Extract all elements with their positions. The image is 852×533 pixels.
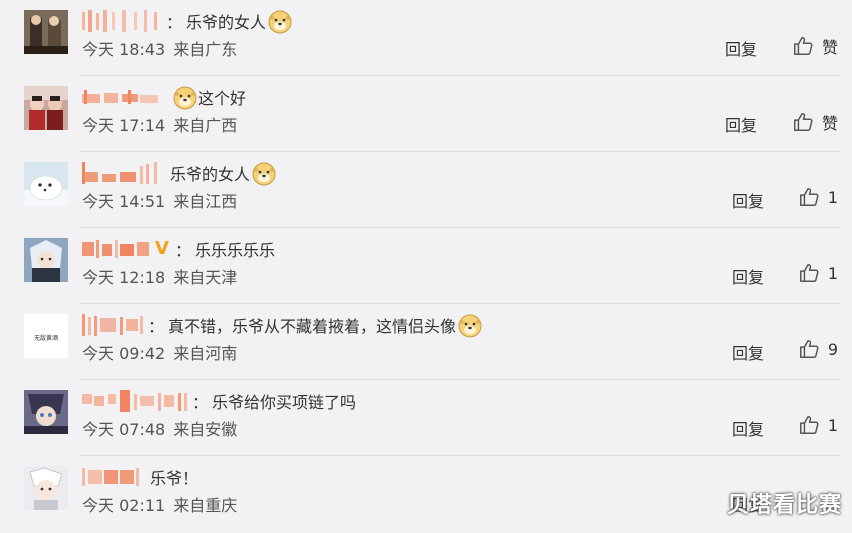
- location: 来自江西: [173, 192, 238, 211]
- comment-meta: 今天 07:48 来自安徽: [82, 416, 245, 440]
- avatar[interactable]: [24, 10, 68, 54]
- location: 来自天津: [173, 268, 238, 287]
- username-redacted[interactable]: [82, 86, 160, 108]
- comment-text: 乐爷给你买项链了吗: [212, 393, 357, 412]
- like-count: 赞: [821, 38, 838, 57]
- comment-text: 乐爷！: [150, 469, 199, 488]
- avatar[interactable]: 无敌黄酒: [24, 314, 68, 358]
- thumbs-up-icon: [799, 188, 819, 206]
- location: 来自安徽: [173, 420, 238, 439]
- location: 来自重庆: [173, 496, 238, 515]
- like-button[interactable]: 9: [798, 338, 838, 360]
- comment-item: ： 乐爷的女人 今天 18:43 来自广东 回复 赞: [0, 0, 852, 76]
- timestamp: 今天 09:42: [82, 344, 166, 363]
- reply-button[interactable]: 回复: [725, 36, 757, 60]
- username-redacted[interactable]: [82, 10, 162, 32]
- avatar[interactable]: [24, 390, 68, 434]
- comment-item: V ： 乐乐乐乐乐 今天 12:18 来自天津 回复 1: [0, 228, 852, 304]
- reply-button[interactable]: 回复: [732, 340, 764, 364]
- like-count: 1: [827, 263, 838, 283]
- comment-meta: 今天 17:14 来自广西: [82, 112, 245, 136]
- username-redacted[interactable]: [82, 162, 160, 184]
- reply-button[interactable]: 回复: [732, 188, 764, 212]
- avatar[interactable]: [24, 238, 68, 282]
- doge-emoji-icon: [457, 312, 483, 338]
- comment-item: 乐爷的女人 今天 14:51 来自江西 回复 1: [0, 152, 852, 228]
- avatar[interactable]: [24, 466, 68, 510]
- timestamp: 今天 17:14: [82, 116, 166, 135]
- like-button[interactable]: 1: [798, 186, 838, 208]
- comment-item: 这个好 今天 17:14 来自广西 回复 赞: [0, 76, 852, 152]
- comment-text: 真不错，乐爷从不藏着掖着，这情侣头像: [168, 317, 457, 336]
- like-count: 9: [827, 339, 838, 359]
- like-count: 1: [827, 187, 838, 207]
- location: 来自广西: [173, 116, 238, 135]
- thumbs-up-icon: [794, 37, 813, 55]
- comment-item: 乐爷！ 今天 02:11 来自重庆 回复: [0, 456, 852, 532]
- watermark: 贝塔看比赛: [726, 493, 842, 518]
- thumbs-up-icon: [799, 340, 819, 358]
- comment-meta: 今天 18:43 来自广东: [82, 36, 245, 60]
- username-redacted[interactable]: [82, 314, 144, 336]
- verified-v-icon: V: [155, 238, 169, 259]
- comment-text: 乐乐乐乐乐: [194, 241, 275, 260]
- like-button[interactable]: 赞: [792, 110, 838, 134]
- reply-button[interactable]: 回复: [725, 112, 757, 136]
- like-button[interactable]: 1: [798, 262, 838, 284]
- location: 来自广东: [173, 40, 238, 59]
- timestamp: 今天 14:51: [82, 192, 166, 211]
- comment-meta: 今天 14:51 来自江西: [82, 188, 245, 212]
- comment-text: 乐爷的女人: [170, 165, 251, 184]
- comment-meta: 今天 12:18 来自天津: [82, 264, 245, 288]
- doge-emoji-icon: [172, 84, 198, 110]
- colon: ：: [148, 317, 165, 336]
- reply-button[interactable]: 回复: [732, 416, 764, 440]
- comment-text: 这个好: [198, 89, 247, 108]
- thumbs-up-icon: [799, 264, 819, 282]
- reply-button[interactable]: 回复: [732, 264, 764, 288]
- colon: ：: [192, 393, 209, 412]
- like-button[interactable]: 赞: [792, 34, 838, 58]
- timestamp: 今天 12:18: [82, 268, 166, 287]
- location: 来自河南: [173, 344, 238, 363]
- avatar[interactable]: [24, 86, 68, 130]
- avatar[interactable]: [24, 162, 68, 206]
- comment-list: ： 乐爷的女人 今天 18:43 来自广东 回复 赞 这个好 今天 17:14 来自…: [0, 0, 852, 533]
- thumbs-up-icon: [794, 113, 813, 131]
- avatar-text: 无敌黄酒: [34, 334, 58, 342]
- comment-meta: 今天 02:11 来自重庆: [82, 492, 245, 516]
- comment-meta: 今天 09:42 来自河南: [82, 340, 245, 364]
- like-button[interactable]: 1: [798, 414, 838, 436]
- username-redacted[interactable]: [82, 390, 188, 412]
- username-redacted[interactable]: [82, 238, 152, 260]
- timestamp: 今天 18:43: [82, 40, 166, 59]
- comment-item: ： 乐爷给你买项链了吗 今天 07:48 来自安徽 回复 1: [0, 380, 852, 456]
- like-count: 1: [827, 415, 838, 435]
- timestamp: 今天 02:11: [82, 496, 166, 515]
- timestamp: 今天 07:48: [82, 420, 166, 439]
- username-redacted[interactable]: [82, 466, 140, 488]
- colon: ：: [174, 241, 191, 260]
- like-count: 赞: [821, 114, 838, 133]
- thumbs-up-icon: [799, 416, 819, 434]
- doge-emoji-icon: [251, 160, 277, 186]
- colon: ：: [166, 13, 183, 32]
- doge-emoji-icon: [267, 8, 293, 34]
- comment-text: 乐爷的女人: [186, 13, 267, 32]
- comment-item: 无敌黄酒 ： 真不错，乐爷从不藏着掖着，这情侣头像 今天 09:42 来自河南 回…: [0, 304, 852, 380]
